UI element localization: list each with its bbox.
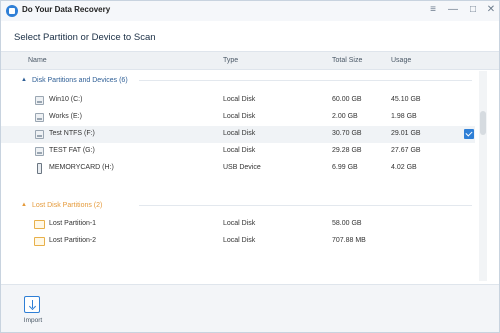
table-row-selected[interactable]: Test NTFS (F:) Local Disk 30.70 GB 29.01… — [1, 126, 475, 143]
collapse-caret-icon[interactable]: ▲ — [21, 77, 27, 83]
row-usage: 27.67 GB — [391, 147, 421, 154]
close-icon[interactable]: ✕ — [484, 3, 498, 17]
select-checkbox[interactable] — [464, 129, 474, 139]
group-disk-partitions[interactable]: ▲ Disk Partitions and Devices (6) — [21, 74, 128, 86]
import-icon — [24, 296, 40, 313]
row-total-size: 29.28 GB — [332, 147, 362, 154]
group-divider — [139, 205, 472, 206]
lost-partition-icon — [34, 237, 45, 246]
row-total-size: 60.00 GB — [332, 96, 362, 103]
import-label: Import — [23, 317, 43, 324]
drive-icon — [35, 96, 44, 105]
table-row[interactable]: Lost Partition-2 Local Disk 707.88 MB — [1, 233, 475, 250]
row-type: Local Disk — [223, 220, 256, 227]
row-name: Lost Partition-1 — [49, 220, 97, 227]
row-type: USB Device — [223, 164, 261, 171]
row-type: Local Disk — [223, 237, 256, 244]
row-type: Local Disk — [223, 147, 256, 154]
row-name: Works (E:) — [49, 113, 82, 120]
minimize-icon[interactable]: — — [446, 3, 460, 17]
table-row[interactable]: Works (E:) Local Disk 2.00 GB 1.98 GB — [1, 109, 475, 126]
row-usage: 4.02 GB — [391, 164, 417, 171]
row-name: Test NTFS (F:) — [49, 130, 95, 137]
group-lost-partitions[interactable]: ▲ Lost Disk Partitions (2) — [21, 199, 102, 211]
column-header-usage[interactable]: Usage — [391, 57, 411, 64]
scrollbar[interactable] — [479, 71, 487, 281]
row-total-size: 58.00 GB — [332, 220, 362, 227]
scrollbar-thumb[interactable] — [480, 111, 486, 135]
row-type: Local Disk — [223, 96, 256, 103]
app-window: Do Your Data Recovery ≡ — □ ✕ Select Par… — [0, 0, 500, 333]
row-type: Local Disk — [223, 113, 256, 120]
row-type: Local Disk — [223, 130, 256, 137]
drive-icon — [35, 147, 44, 156]
column-header-type[interactable]: Type — [223, 57, 238, 64]
title-bar: Do Your Data Recovery ≡ — □ ✕ — [1, 1, 499, 21]
row-name: Win10 (C:) — [49, 96, 83, 103]
app-title: Do Your Data Recovery — [22, 5, 111, 14]
page-title: Select Partition or Device to Scan — [14, 32, 156, 43]
footer-bar: Import — [1, 284, 499, 332]
row-total-size: 2.00 GB — [332, 113, 358, 120]
maximize-icon[interactable]: □ — [466, 3, 480, 17]
group-label: Lost Disk Partitions (2) — [31, 201, 103, 209]
table-row[interactable]: TEST FAT (G:) Local Disk 29.28 GB 27.67 … — [1, 143, 475, 160]
row-name: TEST FAT (G:) — [49, 147, 95, 154]
row-total-size: 707.88 MB — [332, 237, 366, 244]
drive-icon — [35, 130, 44, 139]
row-name: MEMORYCARD (H:) — [49, 164, 114, 171]
table-header: Name Type Total Size Usage — [1, 51, 499, 70]
menu-icon[interactable]: ≡ — [426, 3, 440, 17]
column-header-name[interactable]: Name — [28, 57, 47, 64]
group-label: Disk Partitions and Devices (6) — [31, 76, 128, 84]
group-divider — [139, 80, 472, 81]
table-row[interactable]: MEMORYCARD (H:) USB Device 6.99 GB 4.02 … — [1, 160, 475, 177]
drive-icon — [35, 113, 44, 122]
row-total-size: 6.99 GB — [332, 164, 358, 171]
memory-card-icon — [37, 163, 42, 174]
app-logo-icon — [6, 5, 18, 17]
row-usage: 45.10 GB — [391, 96, 421, 103]
import-button[interactable]: Import — [21, 296, 45, 328]
row-name: Lost Partition-2 — [49, 237, 97, 244]
column-header-total-size[interactable]: Total Size — [332, 57, 362, 64]
row-usage: 1.98 GB — [391, 113, 417, 120]
row-usage: 29.01 GB — [391, 130, 421, 137]
table-row[interactable]: Win10 (C:) Local Disk 60.00 GB 45.10 GB — [1, 92, 475, 109]
lost-partition-icon — [34, 220, 45, 229]
row-total-size: 30.70 GB — [332, 130, 362, 137]
table-row[interactable]: Lost Partition-1 Local Disk 58.00 GB — [1, 216, 475, 233]
collapse-caret-icon[interactable]: ▲ — [21, 202, 27, 208]
